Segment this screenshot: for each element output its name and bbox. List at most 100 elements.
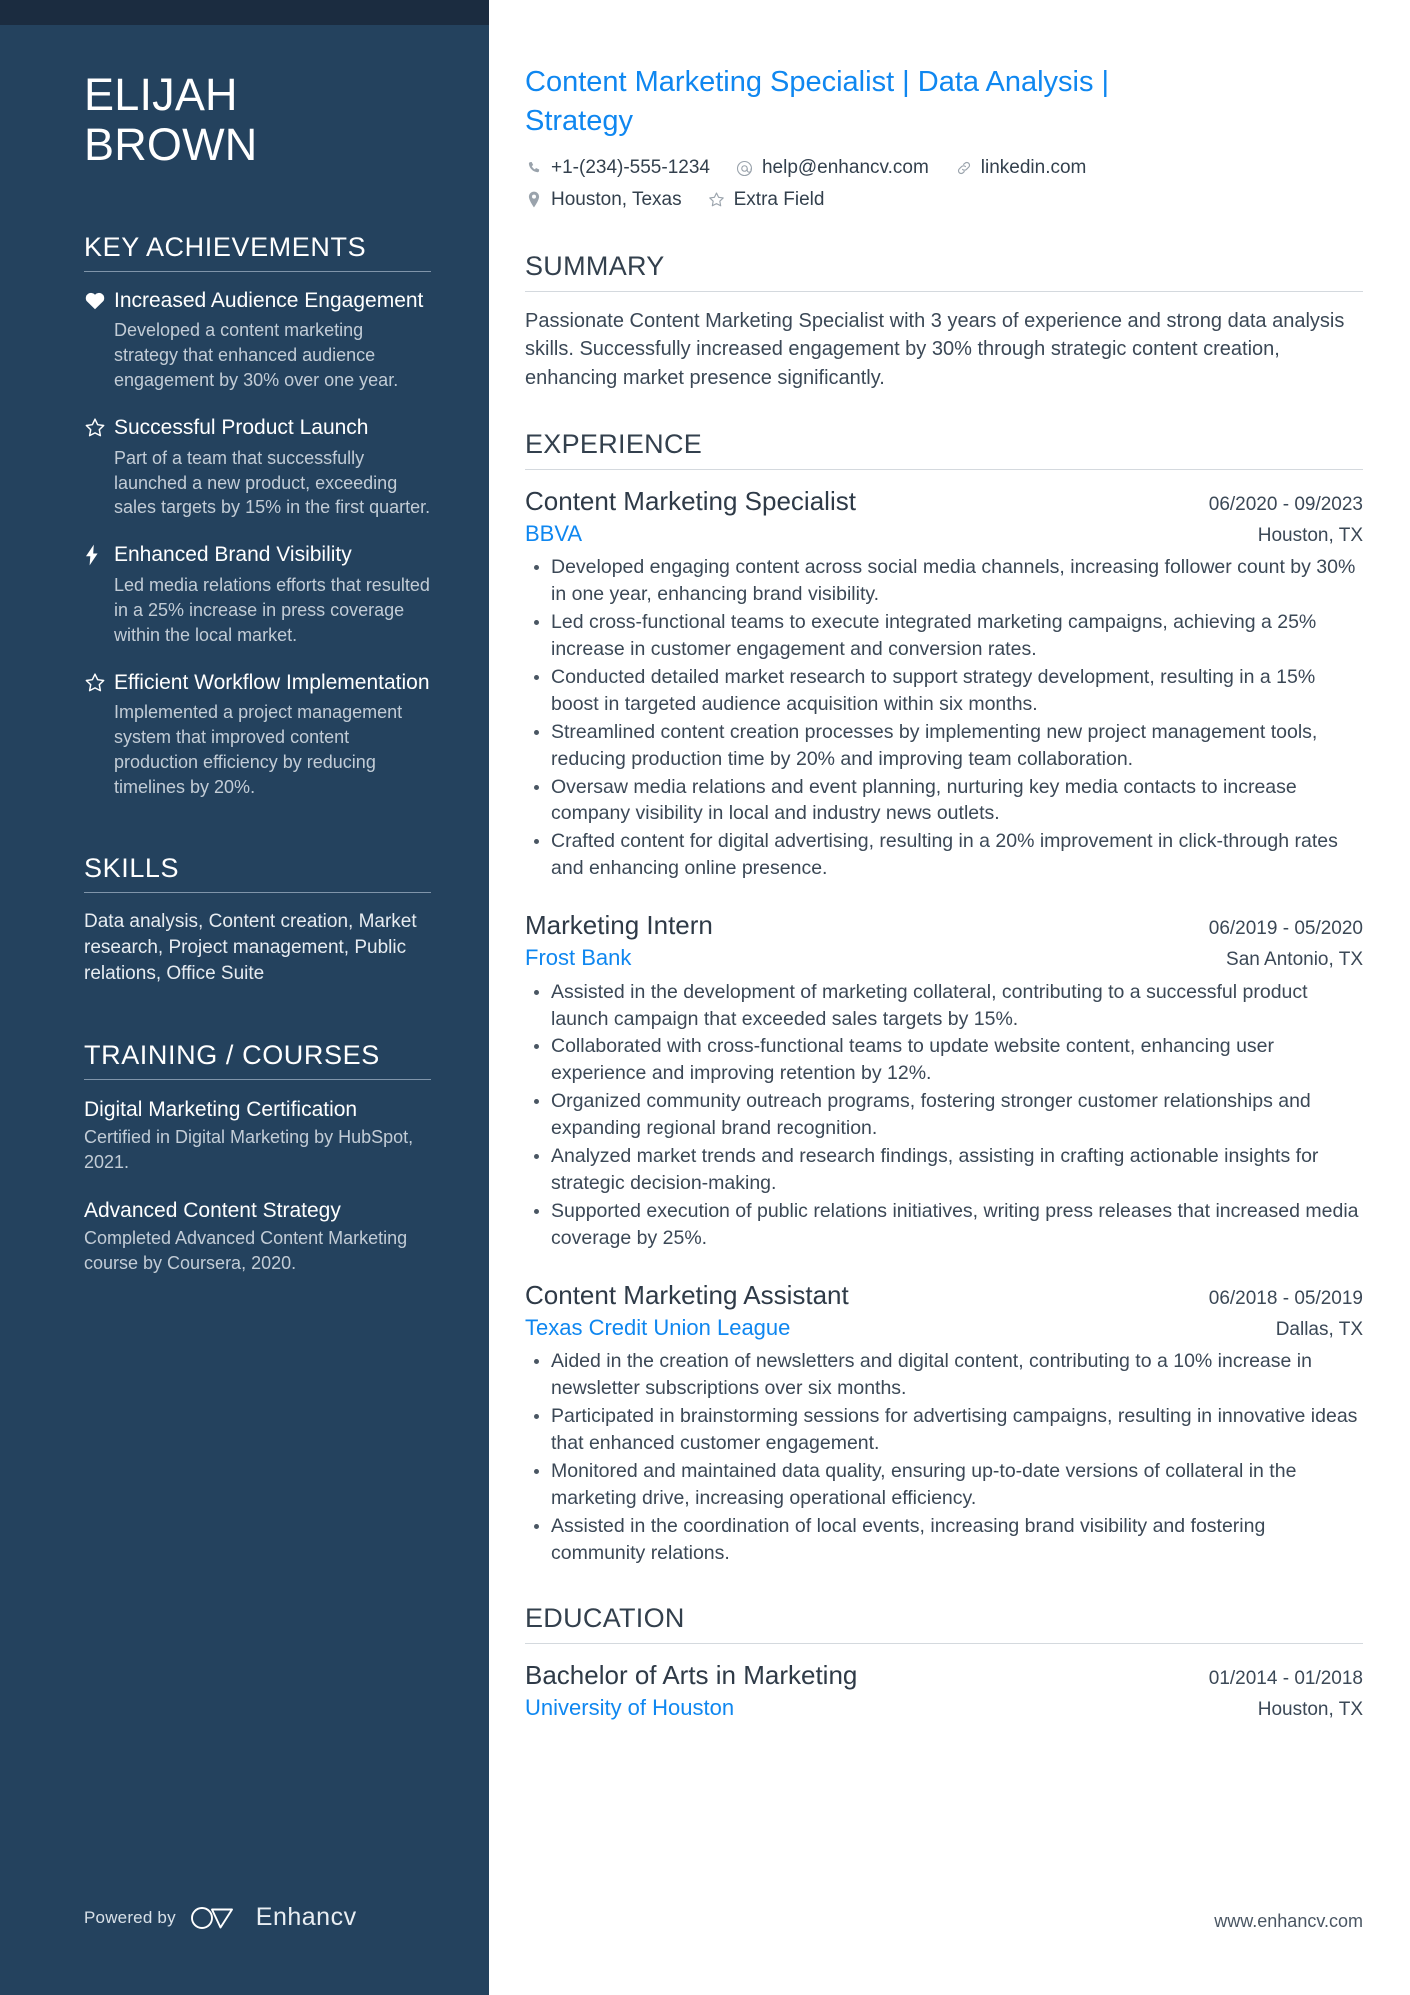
- experience-entry: Marketing Intern 06/2019 - 05/2020 Frost…: [525, 909, 1363, 1252]
- course-title: Advanced Content Strategy: [84, 1198, 341, 1222]
- phone-icon: [525, 159, 543, 177]
- summary-text: Passionate Content Marketing Specialist …: [525, 309, 1345, 389]
- job-date-range: 06/2019 - 05/2020: [1208, 918, 1363, 940]
- education-section: EDUCATION Bachelor of Arts in Marketing …: [525, 1602, 1363, 1722]
- job-bullet-list: Developed engaging content across social…: [525, 554, 1363, 882]
- contact-location-value: Houston, Texas: [551, 188, 682, 210]
- course-description: Completed Advanced Content Marketing cou…: [84, 1228, 408, 1274]
- achievement-item: Efficient Workflow Implementation Implem…: [84, 670, 431, 800]
- job-organization[interactable]: Frost Bank: [525, 943, 631, 973]
- entry-org-row: BBVA Houston, TX: [525, 519, 1363, 549]
- entry-org-row: University of Houston Houston, TX: [525, 1693, 1363, 1723]
- star-icon: [84, 670, 114, 693]
- heart-icon: [84, 288, 114, 310]
- achievement-description: Led media relations efforts that resulte…: [114, 575, 430, 645]
- skills-section: SKILLS Data analysis, Content creation, …: [84, 852, 431, 987]
- enhancv-brand-name: Enhancv: [255, 1903, 357, 1931]
- enhancv-logo-icon: [190, 1905, 242, 1931]
- contact-email-value: help@enhancv.com: [761, 157, 929, 179]
- job-bullet: Crafted content for digital advertising,…: [534, 828, 1363, 882]
- job-bullet: Assisted in the coordination of local ev…: [534, 1513, 1363, 1567]
- job-bullet: Aided in the creation of newsletters and…: [534, 1348, 1363, 1402]
- powered-by-enhancv: Powered by Enhancv: [84, 1903, 357, 1932]
- entry-org-row: Frost Bank San Antonio, TX: [525, 943, 1363, 973]
- course-title: Digital Marketing Certification: [84, 1097, 358, 1121]
- contact-phone[interactable]: +1-(234)-555-1234: [525, 154, 710, 183]
- job-location: Houston, TX: [1257, 524, 1363, 546]
- experience-entry: Content Marketing Specialist 06/2020 - 0…: [525, 485, 1363, 882]
- entry-title-row: Content Marketing Specialist 06/2020 - 0…: [525, 485, 1363, 519]
- entry-org-row: Texas Credit Union League Dallas, TX: [525, 1313, 1363, 1343]
- job-location: San Antonio, TX: [1226, 948, 1363, 970]
- divider: [525, 1643, 1363, 1645]
- school-name[interactable]: University of Houston: [525, 1693, 734, 1723]
- job-bullet: Oversaw media relations and event planni…: [534, 774, 1363, 828]
- job-bullet: Supported execution of public relations …: [534, 1198, 1363, 1252]
- job-title: Content Marketing Assistant: [525, 1279, 849, 1310]
- job-organization[interactable]: Texas Credit Union League: [525, 1313, 790, 1343]
- divider: [84, 891, 431, 893]
- achievement-item: Successful Product Launch Part of a team…: [84, 415, 431, 520]
- entry-title-row: Marketing Intern 06/2019 - 05/2020: [525, 909, 1363, 943]
- contact-location[interactable]: Houston, Texas: [525, 186, 682, 215]
- job-date-range: 06/2020 - 09/2023: [1208, 493, 1363, 515]
- job-bullet: Analyzed market trends and research find…: [534, 1143, 1363, 1197]
- job-location: Dallas, TX: [1275, 1318, 1363, 1340]
- summary-heading: SUMMARY: [525, 251, 665, 282]
- achievement-title: Successful Product Launch: [114, 415, 369, 439]
- resume-page: ELIJAH BROWN KEY ACHIEVEMENTS Increased …: [0, 0, 1410, 1995]
- job-organization[interactable]: BBVA: [525, 519, 582, 549]
- contact-link[interactable]: linkedin.com: [955, 154, 1087, 183]
- degree-title: Bachelor of Arts in Marketing: [525, 1660, 858, 1691]
- job-bullet: Collaborated with cross-functional teams…: [534, 1033, 1363, 1087]
- contact-phone-value: +1-(234)-555-1234: [551, 157, 710, 179]
- education-entry: Bachelor of Arts in Marketing 01/2014 - …: [525, 1659, 1363, 1722]
- divider: [525, 290, 1363, 292]
- contact-row-primary: +1-(234)-555-1234 help@enhancv.com linke…: [525, 154, 1363, 183]
- sidebar: ELIJAH BROWN KEY ACHIEVEMENTS Increased …: [0, 25, 489, 1995]
- at-icon: [736, 159, 754, 177]
- star-icon: [708, 191, 726, 209]
- education-heading: EDUCATION: [525, 1603, 685, 1634]
- contact-extra-field[interactable]: Extra Field: [708, 186, 825, 215]
- achievement-title: Efficient Workflow Implementation: [114, 670, 430, 694]
- contact-email[interactable]: help@enhancv.com: [736, 154, 929, 183]
- skills-heading: SKILLS: [84, 852, 180, 883]
- job-bullet: Participated in brainstorming sessions f…: [534, 1403, 1363, 1457]
- job-bullet: Monitored and maintained data quality, e…: [534, 1458, 1363, 1512]
- job-bullet: Organized community outreach programs, f…: [534, 1088, 1363, 1142]
- contact-extra-field-value: Extra Field: [733, 188, 825, 210]
- job-title: Marketing Intern: [525, 910, 713, 941]
- entry-title-row: Bachelor of Arts in Marketing 01/2014 - …: [525, 1659, 1363, 1693]
- achievement-description: Implemented a project management system …: [114, 702, 403, 797]
- key-achievements-heading: KEY ACHIEVEMENTS: [84, 231, 367, 262]
- sidebar-top-accent-bar: [0, 0, 489, 25]
- key-achievements-section: KEY ACHIEVEMENTS Increased Audience Enga…: [84, 231, 431, 800]
- divider: [525, 468, 1363, 470]
- contact-link-value: linkedin.com: [980, 157, 1087, 179]
- job-bullet-list: Assisted in the development of marketing…: [525, 979, 1363, 1252]
- degree-date-range: 01/2014 - 01/2018: [1208, 1668, 1363, 1690]
- contact-row-secondary: Houston, Texas Extra Field: [525, 186, 1363, 215]
- achievement-description: Developed a content marketing strategy t…: [114, 320, 399, 391]
- job-bullet: Developed engaging content across social…: [534, 554, 1363, 608]
- job-date-range: 06/2018 - 05/2019: [1208, 1287, 1363, 1309]
- achievement-item: Enhanced Brand Visibility Led media rela…: [84, 542, 431, 647]
- job-bullet: Led cross-functional teams to execute in…: [534, 609, 1363, 663]
- bolt-icon: [84, 542, 114, 566]
- main-content: Content Marketing Specialist | Data Anal…: [489, 0, 1410, 1995]
- location-pin-icon: [525, 191, 543, 209]
- footer-website-url[interactable]: www.enhancv.com: [1214, 1911, 1363, 1932]
- link-icon: [955, 159, 973, 177]
- job-bullet: Streamlined content creation processes b…: [534, 719, 1363, 773]
- experience-heading: EXPERIENCE: [525, 429, 703, 460]
- job-bullet-list: Aided in the creation of newsletters and…: [525, 1348, 1363, 1566]
- course-item: Digital Marketing Certification Certifie…: [84, 1096, 431, 1175]
- divider: [84, 1078, 431, 1080]
- summary-section: SUMMARY Passionate Content Marketing Spe…: [525, 250, 1363, 392]
- job-bullet: Assisted in the development of marketing…: [534, 979, 1363, 1033]
- job-bullet: Conducted detailed market research to su…: [534, 664, 1363, 718]
- achievement-title: Increased Audience Engagement: [114, 288, 424, 312]
- achievement-description: Part of a team that successfully launche…: [114, 447, 431, 518]
- candidate-last-name: BROWN: [84, 119, 258, 171]
